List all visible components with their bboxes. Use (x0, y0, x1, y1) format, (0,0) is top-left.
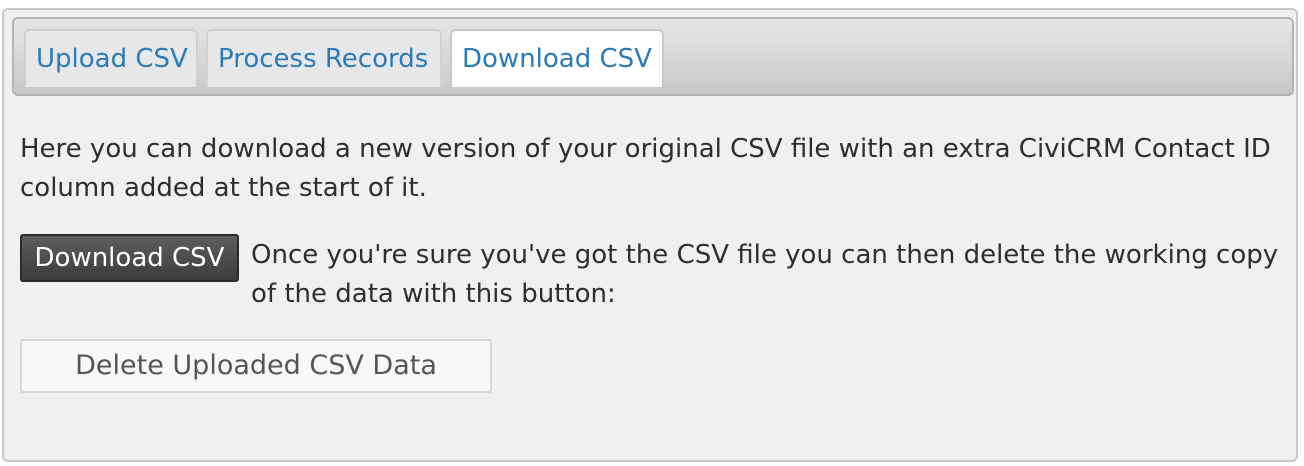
tab-download-csv[interactable]: Download CSV (450, 29, 664, 87)
tab-upload-csv[interactable]: Upload CSV (24, 29, 198, 87)
delete-hint-text: Once you're sure you've got the CSV file… (251, 240, 1279, 309)
main-panel: Upload CSV Process Records Download CSV … (2, 8, 1298, 462)
download-csv-button[interactable]: Download CSV (20, 234, 239, 282)
delete-uploaded-data-button[interactable]: Delete Uploaded CSV Data (20, 339, 492, 393)
intro-text: Here you can download a new version of y… (20, 134, 1271, 203)
tab-process-records[interactable]: Process Records (206, 29, 442, 87)
tab-bar: Upload CSV Process Records Download CSV (12, 17, 1294, 96)
